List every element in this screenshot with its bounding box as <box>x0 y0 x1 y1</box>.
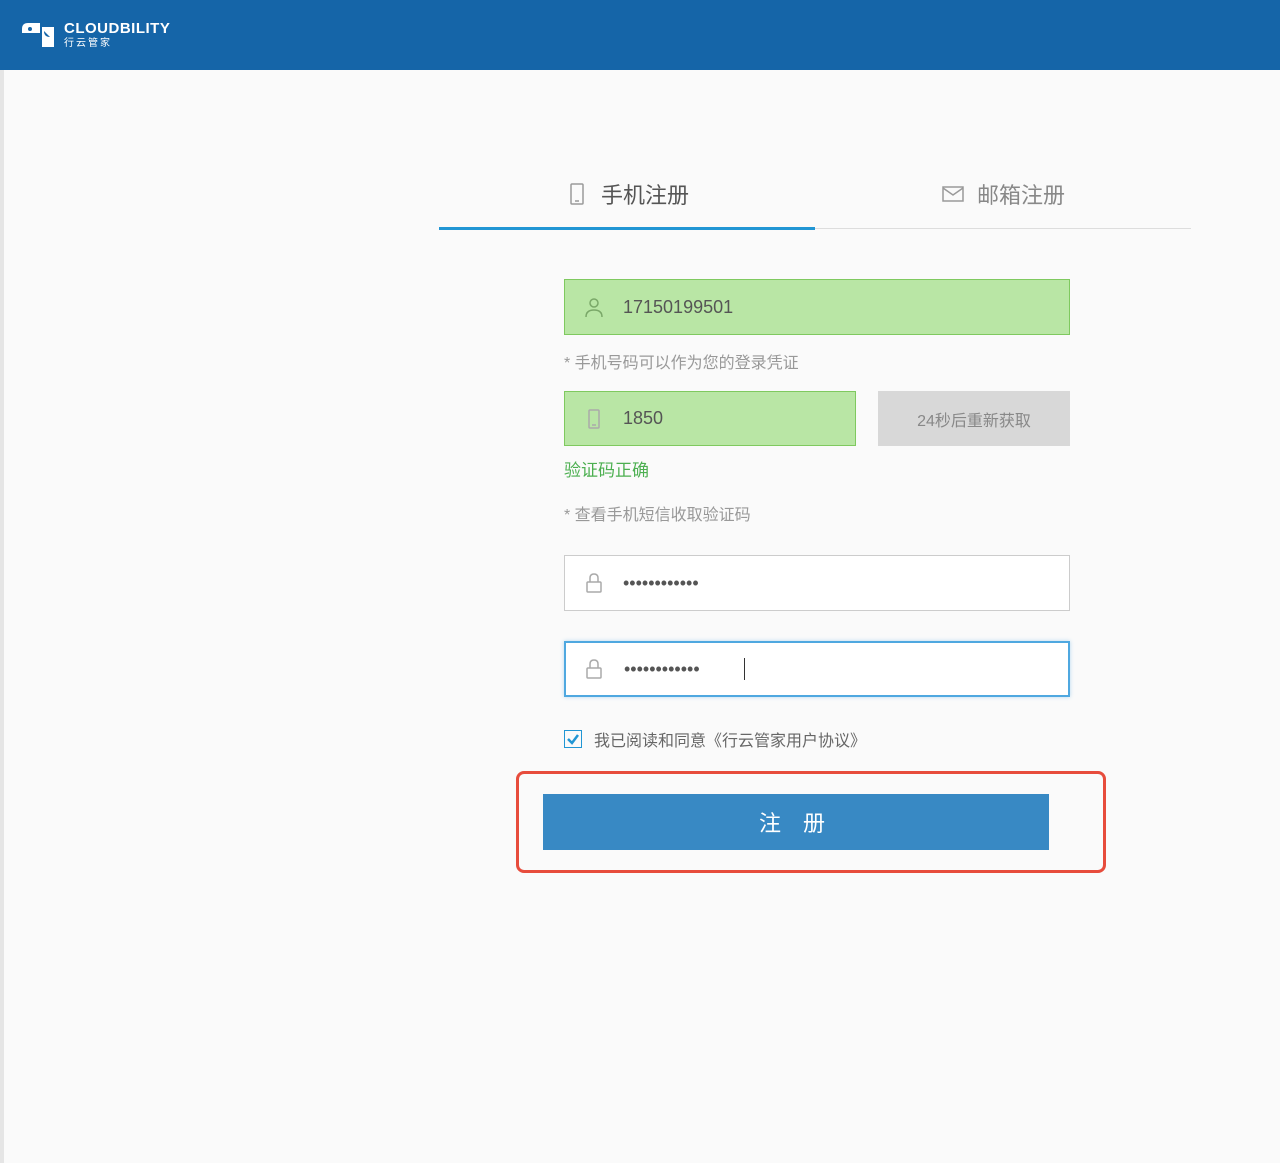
tab-phone-label: 手机注册 <box>601 178 689 210</box>
tab-email-register[interactable]: 邮箱注册 <box>815 160 1191 228</box>
agreement-prefix: 我已阅读和同意 <box>594 733 706 750</box>
verification-code-input[interactable] <box>564 391 856 446</box>
phone-input[interactable] <box>564 279 1070 335</box>
register-tabs: 手机注册 邮箱注册 <box>439 160 1191 229</box>
email-icon <box>941 182 965 206</box>
phone-hint: * 手机号码可以作为您的登录凭证 <box>564 349 1070 373</box>
phone-small-icon <box>582 407 606 431</box>
code-input-wrapper <box>564 391 856 446</box>
password-confirm-wrapper <box>564 641 1070 697</box>
logo-title: CLOUDBILITY <box>64 21 170 38</box>
agreement-row: 我已阅读和同意《行云管家用户协议》 <box>564 727 1070 751</box>
submit-highlight-box: 注 册 <box>516 771 1106 873</box>
app-header: CLOUDBILITY 行云管家 <box>0 0 1280 70</box>
code-success-text: 验证码正确 <box>564 456 1070 481</box>
password-confirm-input[interactable] <box>564 641 1070 697</box>
lock-icon <box>582 571 606 595</box>
lock-icon <box>582 657 606 681</box>
agreement-text: 我已阅读和同意《行云管家用户协议》 <box>594 727 866 751</box>
phone-input-wrapper <box>564 279 1070 335</box>
password-input[interactable] <box>564 555 1070 611</box>
verification-code-row: 24秒后重新获取 <box>564 391 1070 446</box>
cloudbility-logo-icon <box>20 21 56 49</box>
password-input-wrapper <box>564 555 1070 611</box>
check-icon <box>566 732 580 746</box>
main-content: 手机注册 邮箱注册 * 手机号码可以作为您的登录凭证 <box>0 70 1280 1163</box>
code-hint: * 查看手机短信收取验证码 <box>564 501 1070 525</box>
register-button[interactable]: 注 册 <box>543 794 1049 850</box>
logo-subtitle: 行云管家 <box>64 38 170 49</box>
tab-email-label: 邮箱注册 <box>977 178 1065 210</box>
agreement-checkbox[interactable] <box>564 730 582 748</box>
text-cursor <box>744 658 745 680</box>
resend-code-button[interactable]: 24秒后重新获取 <box>878 391 1070 446</box>
tab-phone-register[interactable]: 手机注册 <box>439 160 815 228</box>
register-form: * 手机号码可以作为您的登录凭证 24秒后重新获取 验证码正确 * 查看手机短信… <box>564 279 1070 873</box>
phone-icon <box>565 182 589 206</box>
agreement-link[interactable]: 《行云管家用户协议》 <box>706 733 866 750</box>
user-icon <box>582 295 606 319</box>
logo: CLOUDBILITY 行云管家 <box>20 21 170 49</box>
